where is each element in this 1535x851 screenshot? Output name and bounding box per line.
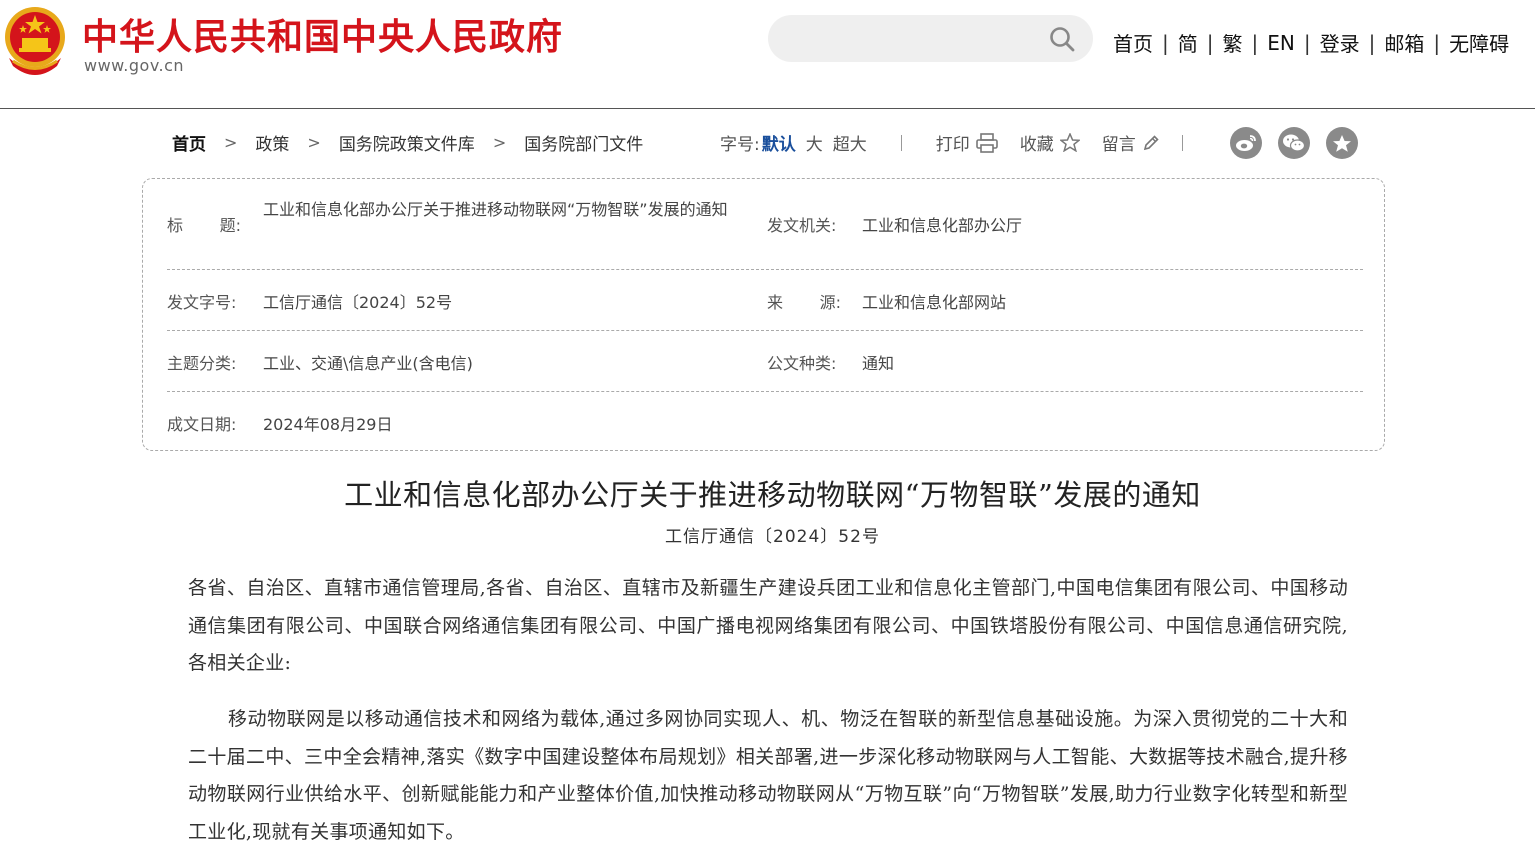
info-row-title: 标题: 工业和信息化部办公厅关于推进移动物联网“万物智联”发展的通知 发文机关:… bbox=[167, 179, 1363, 270]
pencil-icon bbox=[1143, 134, 1159, 150]
source-value: 工业和信息化部网站 bbox=[862, 293, 1007, 312]
site-header: 中华人民共和国中央人民政府 www.gov.cn 首页 | 简 | 繁 | EN… bbox=[0, 0, 1535, 109]
article-paragraph: 各省、自治区、直辖市通信管理局,各省、自治区、直辖市及新疆生产建设兵团工业和信息… bbox=[188, 577, 1348, 674]
font-size-large[interactable]: 大 bbox=[806, 130, 823, 155]
font-size-xlarge[interactable]: 超大 bbox=[833, 130, 867, 155]
breadcrumb-policy-library[interactable]: 国务院政策文件库 bbox=[339, 130, 475, 155]
favorite-label: 收藏 bbox=[1019, 135, 1054, 155]
info-row-date: 成文日期: 2024年08月29日 bbox=[167, 391, 1363, 451]
nav-login-link[interactable]: 登录 bbox=[1315, 28, 1365, 57]
nav-separator: | bbox=[1303, 30, 1311, 55]
nav-separator: | bbox=[1368, 30, 1376, 55]
chevron-right-icon: > bbox=[307, 133, 321, 152]
category-label: 主题分类: bbox=[167, 354, 237, 373]
breadcrumb-department-docs[interactable]: 国务院部门文件 bbox=[524, 130, 643, 155]
search-box bbox=[768, 15, 1093, 62]
font-size-default[interactable]: 默认 bbox=[762, 130, 796, 155]
comment-label: 留言 bbox=[1101, 135, 1136, 155]
weibo-icon[interactable] bbox=[1230, 127, 1262, 159]
national-emblem-icon[interactable] bbox=[3, 6, 67, 76]
docno-value: 工信厅通信〔2024〕52号 bbox=[263, 293, 453, 312]
date-value: 2024年08月29日 bbox=[263, 415, 393, 434]
site-url[interactable]: www.gov.cn bbox=[84, 56, 184, 75]
chevron-right-icon: > bbox=[492, 133, 507, 152]
print-label: 打印 bbox=[935, 135, 970, 155]
category-value: 工业、交通\信息产业(含电信) bbox=[263, 354, 473, 373]
breadcrumb: 首页 > 政策 > 国务院政策文件库 > 国务院部门文件 bbox=[172, 130, 643, 155]
docno-label: 发文字号: bbox=[167, 293, 237, 312]
nav-home-link[interactable]: 首页 bbox=[1108, 28, 1158, 57]
print-button[interactable]: 打印 bbox=[936, 130, 998, 155]
page-tools: 字号: 默认 大 超大 打印 收藏 留言 bbox=[720, 130, 1183, 155]
site-title[interactable]: 中华人民共和国中央人民政府 bbox=[82, 8, 563, 60]
nav-english-link[interactable]: EN bbox=[1262, 31, 1300, 55]
breadcrumb-bar: 首页 > 政策 > 国务院政策文件库 > 国务院部门文件 字号: 默认 大 超大… bbox=[172, 130, 1372, 156]
nav-separator: | bbox=[1251, 30, 1259, 55]
article-paragraph: 移动物联网是以移动通信技术和网络为载体,通过多网协同实现人、机、物泛在智联的新型… bbox=[188, 708, 1348, 843]
source-label: 来源: bbox=[767, 293, 841, 312]
printer-icon bbox=[975, 132, 998, 153]
nav-simplified-link[interactable]: 简 bbox=[1173, 28, 1203, 57]
info-row-category: 主题分类: 工业、交通\信息产业(含电信) 公文种类: 通知 bbox=[167, 330, 1363, 392]
doctype-label: 公文种类: bbox=[767, 354, 837, 373]
font-size-label: 字号: bbox=[720, 135, 760, 155]
nav-separator: | bbox=[1162, 30, 1169, 55]
star-circle-icon[interactable] bbox=[1326, 127, 1358, 159]
tool-divider bbox=[900, 134, 902, 151]
article-title: 工业和信息化部办公厅关于推进移动物联网“万物智联”发展的通知 bbox=[344, 478, 1201, 512]
nav-traditional-link[interactable]: 繁 bbox=[1218, 28, 1248, 57]
tool-divider bbox=[1181, 134, 1183, 151]
nav-separator: | bbox=[1433, 30, 1441, 55]
issuer-label: 发文机关: bbox=[767, 216, 837, 235]
favorite-button[interactable]: 收藏 bbox=[1020, 130, 1080, 155]
date-label: 成文日期: bbox=[167, 415, 237, 434]
comment-button[interactable]: 留言 bbox=[1102, 130, 1160, 155]
title-value: 工业和信息化部办公厅关于推进移动物联网“万物智联”发展的通知 bbox=[263, 200, 728, 219]
chevron-right-icon: > bbox=[224, 133, 238, 152]
article-doc-number: 工信厅通信〔2024〕52号 bbox=[665, 527, 880, 547]
breadcrumb-policy[interactable]: 政策 bbox=[255, 130, 289, 155]
star-icon bbox=[1059, 133, 1080, 152]
document-info-table: 标题: 工业和信息化部办公厅关于推进移动物联网“万物智联”发展的通知 发文机关:… bbox=[142, 178, 1385, 451]
info-row-docno: 发文字号: 工信厅通信〔2024〕52号 来源: 工业和信息化部网站 bbox=[167, 269, 1363, 331]
top-nav: 首页 | 简 | 繁 | EN | 登录 | 邮箱 | 无障碍 bbox=[1108, 28, 1514, 57]
nav-accessibility-link[interactable]: 无障碍 bbox=[1444, 28, 1514, 57]
wechat-icon[interactable] bbox=[1278, 127, 1310, 159]
issuer-value: 工业和信息化部办公厅 bbox=[862, 216, 1023, 235]
share-bar bbox=[1230, 127, 1374, 159]
search-icon[interactable] bbox=[1049, 26, 1075, 52]
doctype-value: 通知 bbox=[862, 354, 895, 373]
nav-separator: | bbox=[1206, 30, 1214, 55]
search-input[interactable] bbox=[790, 24, 1044, 54]
nav-mail-link[interactable]: 邮箱 bbox=[1379, 28, 1429, 57]
title-label: 标题: bbox=[167, 216, 241, 235]
breadcrumb-home[interactable]: 首页 bbox=[172, 130, 206, 155]
